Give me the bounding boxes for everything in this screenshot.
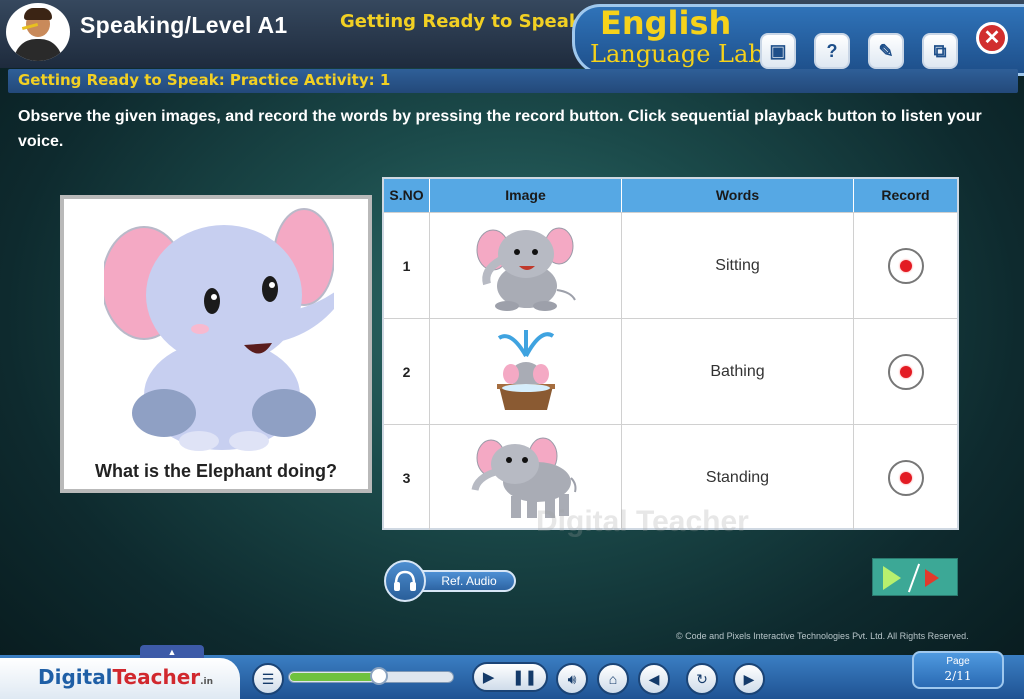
question-text: What is the Elephant doing? [95,461,337,481]
record-icon [899,365,912,378]
avatar [6,3,70,61]
previous-icon: ◀ [648,670,660,687]
glossary-button[interactable]: ✎ [868,33,904,69]
help-button[interactable]: ? [814,33,850,69]
sequential-playback-button[interactable] [872,558,958,596]
replay-icon: ↻ [696,670,708,687]
brand-english: English [600,4,732,42]
ref-audio-button[interactable]: Ref. Audio [384,560,516,602]
logo-digital: Digital [38,665,113,689]
speaker-icon: 🔊︎ [567,670,577,687]
previous-button[interactable]: ◀ [638,663,670,695]
activity-title: Getting Ready to Speak: Practice Activit… [18,71,391,89]
table-row: 1 Sitting [384,212,957,318]
record-button[interactable] [887,459,924,496]
table-header: S.NO Image Words Record [384,179,957,212]
notes-button[interactable]: ▣ [760,33,796,69]
volume-button[interactable]: 🔊︎ [556,663,588,695]
header-image: Image [430,179,622,212]
list-icon: ☰ [261,670,275,687]
play-pause-control[interactable]: ▶ ❚❚ [472,662,548,692]
logo-suffix: .in [200,677,214,687]
exit-window-button[interactable]: ⧉ [922,33,958,69]
activity-table: S.NO Image Words Record 1 Sitting 2 Bath… [382,177,959,530]
copyright-text: © Code and Pixels Interactive Technologi… [676,631,969,641]
row-sno: 1 [402,257,411,274]
record-button[interactable] [887,353,924,390]
next-button[interactable]: ▶ [733,663,765,695]
menu-button[interactable]: ☰ [252,663,284,695]
next-icon: ▶ [743,670,755,687]
sitting-elephant-image [476,227,576,311]
page-indicator: Page 2/11 [912,651,1004,689]
row-word: Standing [705,468,770,486]
page-label: Page [946,656,970,667]
record-button[interactable] [887,247,924,284]
module-subtitle: Getting Ready to Speak [340,11,581,32]
play-small-icon [925,569,939,587]
row-word: Sitting [715,256,760,274]
header-record: Record [881,187,930,203]
home-icon: ⌂ [608,671,618,687]
row-sno: 2 [402,363,411,380]
elephant-illustration [104,208,334,451]
home-button[interactable]: ⌂ [597,663,629,695]
digital-teacher-logo: DigitalTeacher.in [38,665,213,689]
progress-handle[interactable] [370,667,388,685]
play-icon[interactable]: ▶ [483,668,495,686]
table-row: 2 Bathing [384,318,957,424]
glossary-icon: ✎ [878,40,894,61]
record-icon [899,471,912,484]
notes-icon: ▣ [769,40,787,61]
exit-window-icon: ⧉ [933,40,947,61]
record-icon [899,259,912,272]
header-sno: S.NO [384,179,430,212]
app-window: Speaking/Level A1 Getting Ready to Speak… [0,0,1024,699]
replay-button[interactable]: ↻ [686,663,718,695]
row-word: Bathing [710,362,765,380]
progress-fill [290,673,379,681]
bathing-elephant-image [496,329,555,410]
chevron-up-icon: ▲ [167,647,177,657]
pause-icon[interactable]: ❚❚ [512,668,537,686]
module-title: Speaking/Level A1 [80,12,288,38]
header-words: Words [622,179,854,212]
footer-expand-tab[interactable]: ▲ [140,645,204,659]
help-icon: ? [826,40,838,61]
picture-card: What is the Elephant doing? [60,195,372,493]
headphones-icon [384,560,426,602]
logo-teacher: Teacher [112,665,201,689]
row-sno: 3 [402,469,411,486]
instructions-text: Observe the given images, and record the… [18,108,982,150]
play-icon [883,566,901,590]
close-button[interactable]: ✕ [976,22,1008,54]
page-number: 2/11 [944,669,972,683]
brand-language-lab: Language Lab [590,40,764,68]
ref-audio-label: Ref. Audio [412,570,516,592]
watermark: Digital Teacher [536,505,749,538]
close-icon: ✕ [983,27,1001,49]
